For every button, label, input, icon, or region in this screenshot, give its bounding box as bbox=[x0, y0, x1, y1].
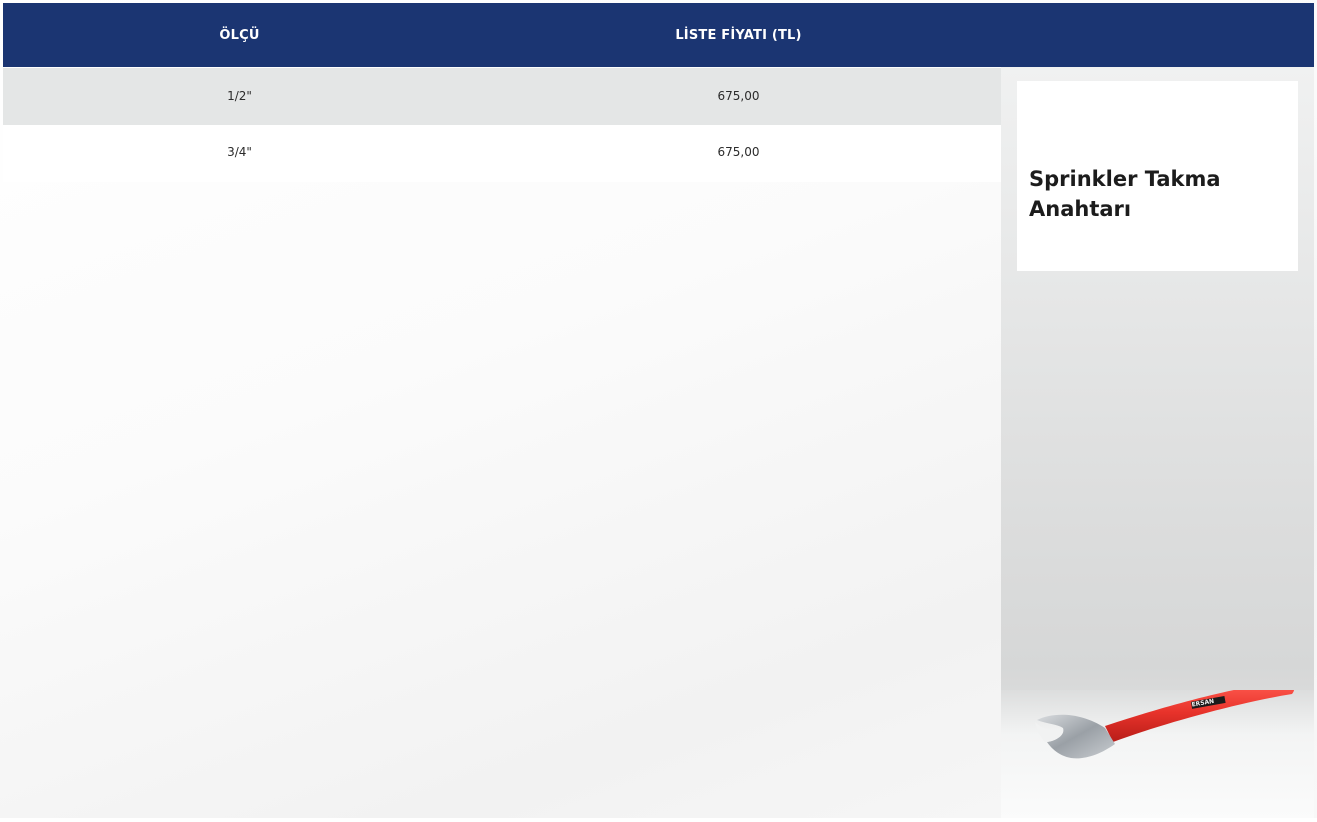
price-cell: 675,00 bbox=[717, 88, 760, 103]
price-cell: 675,00 bbox=[717, 144, 760, 159]
column-header-size: ÖLÇÜ bbox=[219, 27, 260, 43]
size-cell: 3/4" bbox=[227, 144, 252, 159]
column-header-list-price: LİSTE FİYATI (TL) bbox=[675, 27, 802, 43]
size-cell: 1/2" bbox=[227, 88, 252, 103]
table-row: 1/2" 675,00 bbox=[3, 68, 1001, 125]
sprinkler-wrench-icon: ERSAN bbox=[1001, 682, 1314, 818]
product-title: Sprinkler Takma Anahtarı bbox=[1029, 167, 1221, 221]
table-row: 3/4" 675,00 bbox=[3, 125, 1001, 182]
